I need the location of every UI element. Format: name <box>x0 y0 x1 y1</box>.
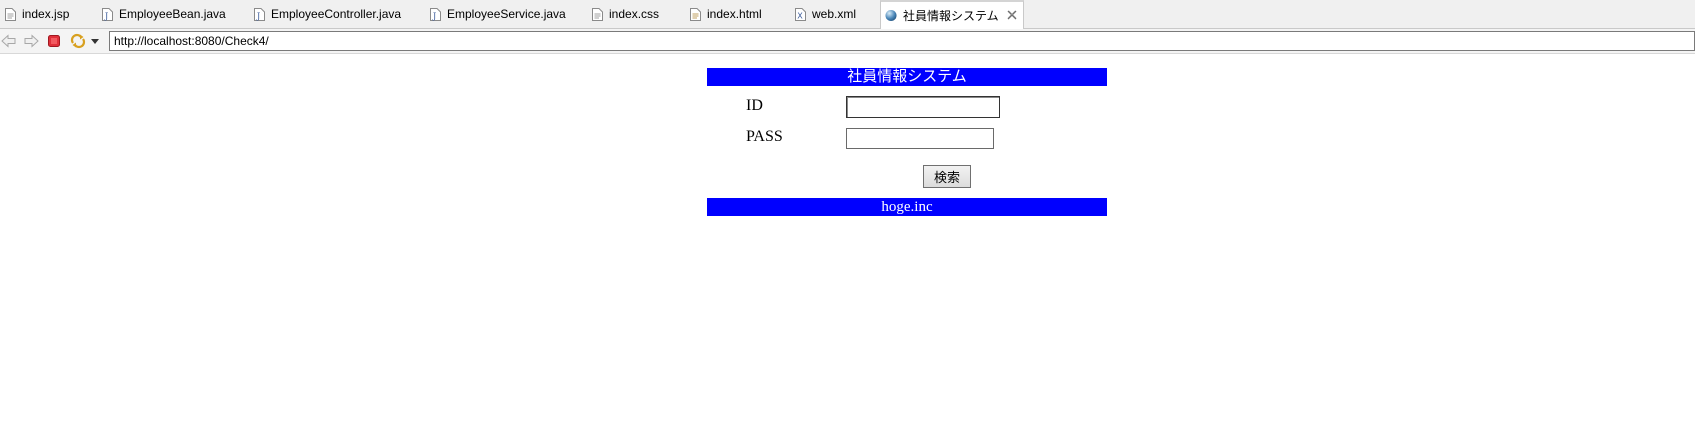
globe-icon <box>885 9 897 23</box>
css-file-icon <box>591 7 603 21</box>
tab-label: 社員情報システム <box>903 9 999 23</box>
tab-label: index.html <box>707 7 762 21</box>
tab-index-css[interactable]: index.css <box>587 0 685 28</box>
svg-text:J: J <box>432 11 436 20</box>
tab-label: web.xml <box>812 7 857 21</box>
id-input[interactable] <box>846 96 1000 118</box>
back-icon[interactable] <box>0 33 18 49</box>
refresh-icon[interactable] <box>69 33 87 49</box>
svg-text:J: J <box>104 11 108 20</box>
tab-label: EmployeeController.java <box>271 7 402 21</box>
address-bar[interactable]: http://localhost:8080/Check4/ <box>109 31 1695 51</box>
tab-label: EmployeeService.java <box>447 7 566 21</box>
tab-employeecontroller-java[interactable]: J EmployeeController.java <box>249 0 425 28</box>
java-file-icon: J <box>101 7 113 21</box>
search-button[interactable]: 検索 <box>923 165 971 188</box>
tab-index-jsp[interactable]: index.jsp <box>0 0 97 28</box>
browser-toolbar: http://localhost:8080/Check4/ <box>0 29 1695 54</box>
forward-icon[interactable] <box>22 33 40 49</box>
tab-label: EmployeeBean.java <box>119 7 226 21</box>
editor-tab-bar: index.jsp J EmployeeBean.java J Employee… <box>0 0 1695 29</box>
java-file-icon: J <box>253 7 265 21</box>
svg-text:X: X <box>797 11 803 20</box>
tab-employeebean-java[interactable]: J EmployeeBean.java <box>97 0 249 28</box>
stop-icon[interactable] <box>45 33 63 49</box>
close-icon[interactable] <box>1007 10 1017 22</box>
tab-label: index.jsp <box>22 7 70 21</box>
password-input[interactable] <box>846 128 994 149</box>
xml-file-icon: X <box>794 7 806 21</box>
tab-web-xml[interactable]: X web.xml <box>790 0 880 28</box>
tab-index-html[interactable]: index.html <box>685 0 790 28</box>
tab-label: index.css <box>609 7 660 21</box>
html-file-icon <box>689 7 701 21</box>
jsp-file-icon <box>4 7 16 21</box>
tab-browser-page[interactable]: 社員情報システム <box>880 0 1024 29</box>
page-footer: hoge.inc <box>707 198 1107 216</box>
chevron-down-icon[interactable] <box>89 33 101 49</box>
page-header: 社員情報システム <box>707 68 1107 86</box>
java-file-icon: J <box>429 7 441 21</box>
svg-text:J: J <box>256 11 260 20</box>
tab-employeeservice-java[interactable]: J EmployeeService.java <box>425 0 587 28</box>
id-label: ID <box>746 97 763 114</box>
pass-label: PASS <box>746 128 783 145</box>
